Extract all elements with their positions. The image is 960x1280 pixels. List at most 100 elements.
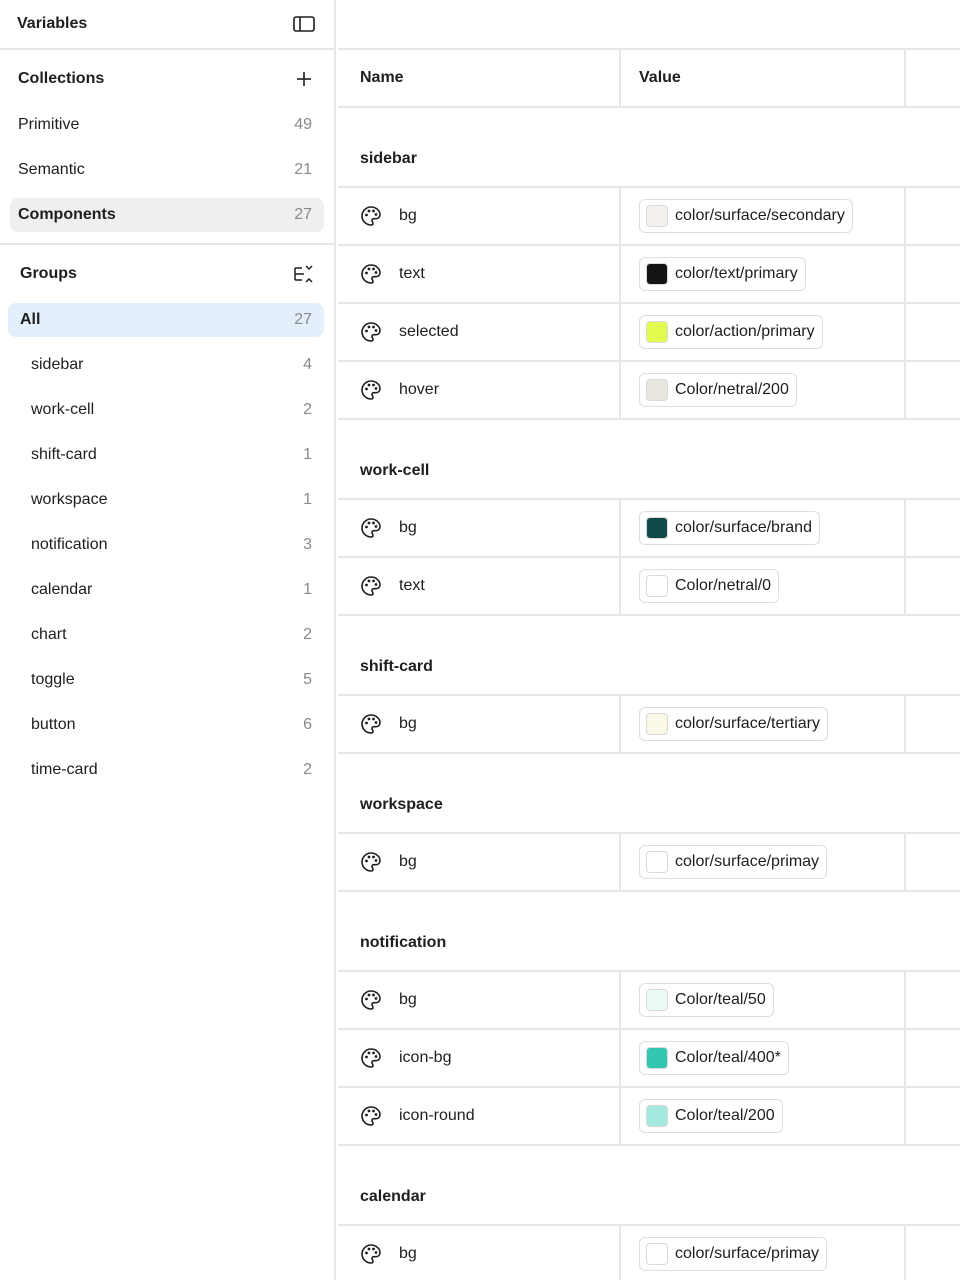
collections-title: Collections bbox=[18, 70, 105, 87]
value-alias-pill[interactable]: color/surface/primay bbox=[639, 1237, 828, 1271]
value-alias-label: color/surface/brand bbox=[675, 519, 812, 536]
group-item-toggle[interactable]: toggle 5 bbox=[8, 663, 324, 697]
value-alias-pill[interactable]: Color/netral/0 bbox=[639, 569, 780, 603]
value-alias-pill[interactable]: color/action/primary bbox=[639, 315, 823, 349]
color-swatch bbox=[646, 851, 668, 873]
collection-item-primitive[interactable]: Primitive 49 bbox=[10, 108, 324, 142]
group-label: shift-card bbox=[31, 446, 97, 463]
variable-name-cell[interactable]: bg bbox=[338, 834, 621, 890]
group-label: chart bbox=[31, 626, 67, 643]
value-alias-pill[interactable]: Color/teal/400* bbox=[639, 1041, 789, 1075]
variable-name-cell[interactable]: hover bbox=[338, 362, 621, 418]
color-swatch bbox=[646, 379, 668, 401]
value-alias-pill[interactable]: Color/teal/50 bbox=[639, 983, 774, 1017]
value-alias-label: color/surface/secondary bbox=[675, 207, 845, 224]
variable-value-cell: color/text/primary bbox=[621, 246, 906, 302]
table-row[interactable]: bg color/surface/primay bbox=[338, 834, 960, 892]
groups-list: All 27 sidebar 4 work-cell 2 shift-card 1 worksp… bbox=[0, 303, 334, 787]
variable-name-cell[interactable]: icon-round bbox=[338, 1088, 621, 1144]
color-swatch bbox=[646, 321, 668, 343]
table-row[interactable]: text color/text/primary bbox=[338, 246, 960, 304]
variable-value-cell: Color/teal/400* bbox=[621, 1030, 906, 1086]
group-item-sidebar[interactable]: sidebar 4 bbox=[8, 348, 324, 382]
variable-name: hover bbox=[399, 381, 440, 398]
palette-icon bbox=[360, 205, 382, 227]
value-alias-label: Color/netral/0 bbox=[675, 577, 772, 594]
table-row[interactable]: selected color/action/primary bbox=[338, 304, 960, 362]
color-swatch bbox=[646, 205, 668, 227]
table-row[interactable]: bg color/surface/primay bbox=[338, 1226, 960, 1280]
sidebar-toggle-icon[interactable] bbox=[292, 12, 316, 36]
group-count: 6 bbox=[303, 716, 312, 733]
group-item-calendar[interactable]: calendar 1 bbox=[8, 573, 324, 607]
color-swatch bbox=[646, 517, 668, 539]
group-count: 27 bbox=[294, 311, 312, 328]
collection-count: 21 bbox=[294, 161, 312, 178]
panel-title: Variables bbox=[17, 15, 88, 32]
variable-name-cell[interactable]: bg bbox=[338, 188, 621, 244]
value-alias-label: color/text/primary bbox=[675, 265, 798, 282]
variable-name-cell[interactable]: bg bbox=[338, 500, 621, 556]
value-alias-label: color/action/primary bbox=[675, 323, 815, 340]
group-count: 1 bbox=[303, 581, 312, 598]
group-count: 2 bbox=[303, 761, 312, 778]
value-alias-pill[interactable]: color/surface/tertiary bbox=[639, 707, 828, 741]
group-item-work-cell[interactable]: work-cell 2 bbox=[8, 393, 324, 427]
variable-name-cell[interactable]: bg bbox=[338, 1226, 621, 1280]
collection-item-components[interactable]: Components 27 bbox=[10, 198, 324, 232]
plus-icon[interactable] bbox=[292, 67, 316, 91]
variable-name-cell[interactable]: text bbox=[338, 246, 621, 302]
collection-label: Components bbox=[18, 206, 116, 223]
group-item-button[interactable]: button 6 bbox=[8, 708, 324, 742]
table-row[interactable]: bg color/surface/brand bbox=[338, 500, 960, 558]
group-label: calendar bbox=[31, 581, 93, 598]
color-swatch bbox=[646, 263, 668, 285]
collapse-list-icon[interactable] bbox=[292, 262, 316, 286]
group-item-all[interactable]: All 27 bbox=[8, 303, 324, 337]
table-header: Name Value bbox=[338, 50, 960, 108]
name-column-header[interactable]: Name bbox=[338, 50, 621, 106]
collection-item-semantic[interactable]: Semantic 21 bbox=[10, 153, 324, 187]
table-row[interactable]: text Color/netral/0 bbox=[338, 558, 960, 616]
variable-name-cell[interactable]: bg bbox=[338, 696, 621, 752]
variable-name-cell[interactable]: icon-bg bbox=[338, 1030, 621, 1086]
value-alias-pill[interactable]: color/surface/brand bbox=[639, 511, 820, 545]
palette-icon bbox=[360, 321, 382, 343]
value-column-header[interactable]: Value bbox=[621, 50, 906, 106]
variable-value-cell: color/surface/brand bbox=[621, 500, 906, 556]
extra-cell bbox=[906, 972, 960, 1028]
extra-cell bbox=[906, 500, 960, 556]
group-heading-title: calendar bbox=[360, 1188, 426, 1205]
table-row[interactable]: bg Color/teal/50 bbox=[338, 972, 960, 1030]
variable-value-cell: color/surface/secondary bbox=[621, 188, 906, 244]
group-item-workspace[interactable]: workspace 1 bbox=[8, 483, 324, 517]
variable-name-cell[interactable]: selected bbox=[338, 304, 621, 360]
group-item-shift-card[interactable]: shift-card 1 bbox=[8, 438, 324, 472]
extra-cell bbox=[906, 834, 960, 890]
variable-name-cell[interactable]: bg bbox=[338, 972, 621, 1028]
value-alias-pill[interactable]: Color/teal/200 bbox=[639, 1099, 783, 1133]
value-alias-pill[interactable]: color/text/primary bbox=[639, 257, 806, 291]
table-row[interactable]: hover Color/netral/200 bbox=[338, 362, 960, 420]
table-row[interactable]: icon-round Color/teal/200 bbox=[338, 1088, 960, 1146]
variable-value-cell: Color/netral/200 bbox=[621, 362, 906, 418]
group-heading: shift-card bbox=[338, 616, 960, 696]
group-item-chart[interactable]: chart 2 bbox=[8, 618, 324, 652]
group-count: 2 bbox=[303, 401, 312, 418]
table-row[interactable]: icon-bg Color/teal/400* bbox=[338, 1030, 960, 1088]
value-alias-pill[interactable]: Color/netral/200 bbox=[639, 373, 797, 407]
group-label: button bbox=[31, 716, 76, 733]
group-item-time-card[interactable]: time-card 2 bbox=[8, 753, 324, 787]
collection-count: 27 bbox=[294, 206, 312, 223]
extra-cell bbox=[906, 246, 960, 302]
variable-name-cell[interactable]: text bbox=[338, 558, 621, 614]
variable-name: selected bbox=[399, 323, 459, 340]
variables-table: Name Value sidebar bg color/surface/second… bbox=[338, 0, 960, 1280]
value-alias-pill[interactable]: color/surface/secondary bbox=[639, 199, 853, 233]
value-alias-pill[interactable]: color/surface/primay bbox=[639, 845, 828, 879]
table-row[interactable]: bg color/surface/tertiary bbox=[338, 696, 960, 754]
group-item-notification[interactable]: notification 3 bbox=[8, 528, 324, 562]
table-row[interactable]: bg color/surface/secondary bbox=[338, 188, 960, 246]
palette-icon bbox=[360, 379, 382, 401]
variable-name: text bbox=[399, 577, 425, 594]
